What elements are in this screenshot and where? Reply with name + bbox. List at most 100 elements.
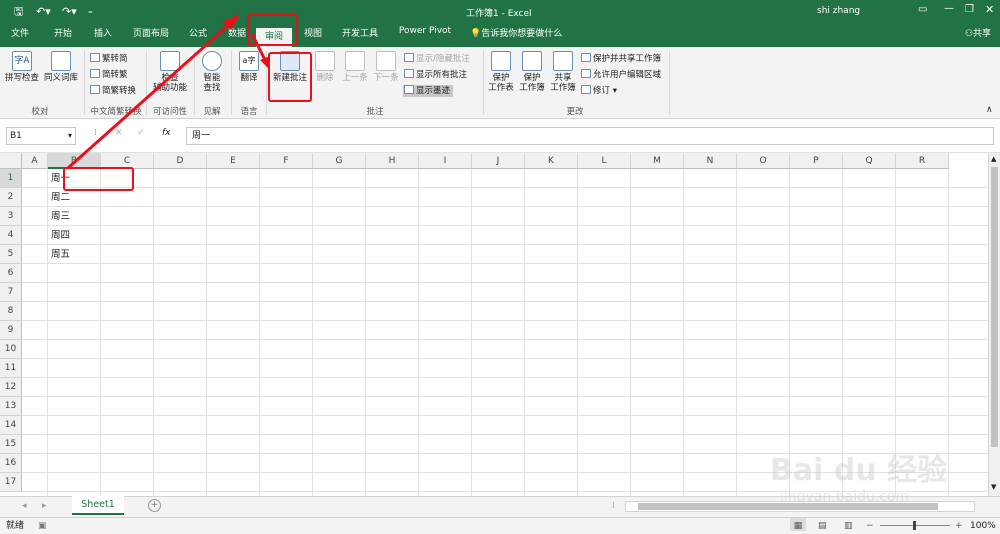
row-header[interactable]: 14 — [0, 416, 22, 435]
share-workbook-button[interactable]: 共享 工作簿 — [548, 51, 578, 93]
tab-view[interactable]: 视图 — [298, 26, 328, 47]
row-header[interactable]: 9 — [0, 321, 22, 340]
delete-comment-button[interactable]: 删除 — [312, 51, 338, 83]
column-header[interactable]: E — [207, 153, 260, 169]
minimize-icon[interactable]: — — [944, 3, 954, 14]
zoom-out-icon[interactable]: − — [866, 518, 874, 534]
sheet-prev-icon[interactable]: ◂ — [22, 501, 27, 511]
show-hide-comment-button[interactable]: 显示/隐藏批注 — [404, 53, 470, 65]
name-box[interactable]: B1 ▾ — [6, 127, 76, 145]
translate-button[interactable]: a字 翻译 — [235, 51, 263, 83]
show-all-comments-button[interactable]: 显示所有批注 — [404, 69, 467, 81]
sheet-tab-sheet1[interactable]: Sheet1 — [72, 496, 124, 515]
tab-insert[interactable]: 插入 — [88, 26, 118, 47]
spell-check-button[interactable]: 字A 拼写检查 — [3, 51, 41, 83]
column-header[interactable]: L — [578, 153, 631, 169]
tell-me-box[interactable]: 💡告诉我你想要做什么 — [470, 26, 570, 47]
page-layout-view-icon[interactable]: ▤ — [818, 518, 827, 534]
column-header[interactable]: Q — [843, 153, 896, 169]
restore-icon[interactable]: ❐ — [965, 4, 974, 15]
column-header[interactable]: H — [366, 153, 419, 169]
row-header[interactable]: 17 — [0, 473, 22, 492]
fx-icon[interactable]: fx — [162, 128, 171, 138]
column-header[interactable]: K — [525, 153, 578, 169]
column-header[interactable]: G — [313, 153, 366, 169]
undo-icon[interactable]: ↶▾ — [36, 5, 51, 19]
tab-developer[interactable]: 开发工具 — [337, 26, 383, 47]
column-header[interactable]: N — [684, 153, 737, 169]
save-icon[interactable]: 🖫 — [14, 5, 23, 19]
column-header[interactable]: P — [790, 153, 843, 169]
chevron-down-icon[interactable]: ▾ — [68, 128, 72, 144]
column-header[interactable]: A — [22, 153, 48, 169]
ribbon-display-icon[interactable]: ▭ — [918, 4, 927, 15]
row-header[interactable]: 2 — [0, 188, 22, 207]
zoom-slider[interactable] — [880, 521, 950, 530]
scroll-down-icon[interactable]: ▼ — [991, 483, 996, 491]
row-header[interactable]: 13 — [0, 397, 22, 416]
row-header[interactable]: 16 — [0, 454, 22, 473]
column-header[interactable]: F — [260, 153, 313, 169]
column-header[interactable]: O — [737, 153, 790, 169]
row-header[interactable]: 10 — [0, 340, 22, 359]
tab-formulas[interactable]: 公式 — [183, 26, 213, 47]
enter-icon[interactable]: ✓ — [137, 128, 145, 138]
prev-comment-button[interactable]: 上一条 — [340, 51, 370, 83]
user-name[interactable]: shi zhang — [817, 6, 860, 16]
track-changes-button[interactable]: 修订 ▾ — [581, 85, 617, 97]
share-button[interactable]: ⚇共享 — [958, 26, 998, 47]
add-sheet-icon[interactable]: + — [148, 499, 161, 512]
row-header[interactable]: 11 — [0, 359, 22, 378]
next-comment-button[interactable]: 下一条 — [371, 51, 401, 83]
row-header[interactable]: 8 — [0, 302, 22, 321]
check-accessibility-button[interactable]: 检查 辅助功能 — [150, 51, 190, 93]
scroll-up-icon[interactable]: ▲ — [991, 155, 996, 163]
column-header[interactable]: R — [896, 153, 949, 169]
cancel-icon[interactable]: ✕ — [115, 128, 123, 138]
allow-edit-button[interactable]: 允许用户编辑区域 — [581, 69, 661, 81]
column-header[interactable]: M — [631, 153, 684, 169]
cell-b5[interactable]: 周五 — [48, 245, 101, 264]
s2t-button[interactable]: 简转繁 — [90, 69, 128, 81]
row-header[interactable]: 1 — [0, 169, 22, 188]
page-break-view-icon[interactable]: ▥ — [844, 518, 853, 534]
column-header[interactable]: I — [419, 153, 472, 169]
show-ink-button[interactable]: 显示墨迹 — [403, 85, 454, 97]
cell-b3[interactable]: 周三 — [48, 207, 101, 226]
select-all-corner[interactable] — [0, 153, 22, 169]
redo-icon[interactable]: ↷▾ — [62, 5, 77, 19]
protect-share-button[interactable]: 保护并共享工作簿 — [581, 53, 661, 65]
zoom-level[interactable]: 100% — [970, 518, 996, 534]
row-header[interactable]: 4 — [0, 226, 22, 245]
close-icon[interactable]: ✕ — [985, 3, 994, 16]
zoom-in-icon[interactable]: + — [955, 518, 963, 534]
sheet-next-icon[interactable]: ▸ — [42, 501, 47, 511]
protect-sheet-button[interactable]: 保护 工作表 — [486, 51, 516, 93]
row-header[interactable]: 6 — [0, 264, 22, 283]
formula-input[interactable]: 周一 — [186, 127, 994, 145]
column-header[interactable]: D — [154, 153, 207, 169]
tab-home[interactable]: 开始 — [48, 26, 78, 47]
tab-file[interactable]: 文件 — [5, 26, 35, 47]
row-header[interactable]: 7 — [0, 283, 22, 302]
tab-power-pivot[interactable]: Power Pivot — [394, 26, 456, 47]
column-header[interactable]: J — [472, 153, 525, 169]
row-header[interactable]: 5 — [0, 245, 22, 264]
scroll-thumb[interactable] — [991, 167, 998, 447]
t2s-button[interactable]: 繁转简 — [90, 53, 128, 65]
normal-view-icon[interactable]: ▦ — [790, 518, 806, 531]
cell-b4[interactable]: 周四 — [48, 226, 101, 245]
customize-qat-icon[interactable]: ₌ — [88, 5, 93, 19]
tab-page-layout[interactable]: 页面布局 — [128, 26, 174, 47]
row-header[interactable]: 3 — [0, 207, 22, 226]
tab-split-icon[interactable]: ⁞ — [612, 501, 615, 511]
convert-button[interactable]: 简繁转换 — [90, 85, 136, 97]
thesaurus-button[interactable]: 同义词库 — [42, 51, 80, 83]
row-header[interactable]: 12 — [0, 378, 22, 397]
row-header[interactable]: 15 — [0, 435, 22, 454]
smart-lookup-button[interactable]: 智能 查找 — [197, 51, 227, 93]
collapse-ribbon-icon[interactable]: ∧ — [986, 105, 993, 115]
macro-record-icon[interactable]: ▣ — [38, 518, 47, 534]
zoom-thumb[interactable] — [913, 521, 916, 530]
protect-workbook-button[interactable]: 保护 工作簿 — [517, 51, 547, 93]
